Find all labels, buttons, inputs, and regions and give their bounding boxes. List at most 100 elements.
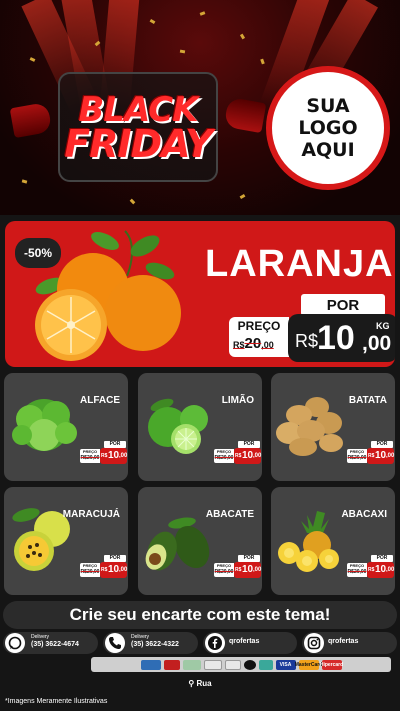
confetti [129, 198, 136, 205]
price-dec: ,00 [253, 567, 262, 573]
disclaimer-text: *Imagens Meramente Ilustrativas [5, 698, 108, 705]
payment-card-icon [182, 659, 201, 670]
facebook-icon [205, 633, 225, 653]
old-price-dec: ,00 [261, 340, 274, 350]
por-label: POR [238, 555, 260, 562]
instagram-contact[interactable]: qrofertas [302, 632, 397, 654]
old-price: R$20,00 [214, 569, 234, 575]
product-name: LIMÃO [221, 395, 254, 406]
product-card-maracuja[interactable]: MARACUJÁ POR PREÇO R$20,00 R$ 10,00 [4, 487, 128, 595]
product-name: ALFACE [80, 395, 120, 406]
preco-label: PREÇO [82, 449, 98, 454]
logo-text-line2: LOGO [298, 117, 358, 139]
product-card-batata[interactable]: BATATA POR PREÇO R$20,00 R$ 10,00 [271, 373, 395, 481]
price-currency: R$ [235, 453, 242, 459]
phone-label: Delivery [131, 634, 150, 640]
featured-product-card[interactable]: -50% LARANJA POR PREÇO R$20,00 R$ 10 ,00… [5, 221, 395, 367]
old-price: R$20,00 [214, 455, 234, 461]
old-price-box: PREÇO R$20,00 [214, 563, 234, 577]
payment-card-icon [163, 659, 180, 670]
price-box: R$ 10 ,00 KG [288, 314, 395, 362]
price-int: 10 [108, 564, 120, 575]
confetti [199, 11, 206, 16]
price-tag: POR PREÇO R$20,00 R$ 10,00 [347, 555, 394, 579]
confetti [239, 193, 246, 200]
old-price-int: 20 [244, 335, 262, 352]
price-unit: KG [376, 321, 390, 331]
whatsapp-contact[interactable]: Delivery (35) 3622-4674 [3, 632, 98, 654]
old-price: R$20,00 [347, 455, 367, 461]
logo-text-line3: AQUI [301, 139, 355, 161]
header-banner: BLACK FRIDAY SUA LOGO AQUI [0, 0, 400, 215]
logo-text-line1: SUA [306, 95, 350, 117]
price-dec: ,00 [253, 453, 262, 459]
cta-banner[interactable]: Crie seu encarte com este tema! [3, 601, 397, 629]
preco-label: PREÇO [82, 563, 98, 568]
payment-hipercard-icon: Hipercard [320, 659, 343, 670]
confetti [239, 33, 246, 40]
old-price-box: PREÇO R$20,00 [347, 449, 367, 463]
price-int: 10 [375, 564, 387, 575]
preco-label: PREÇO [349, 563, 365, 568]
flyer-page: BLACK FRIDAY SUA LOGO AQUI -50% LARANJA … [0, 0, 400, 711]
confetti [260, 58, 265, 65]
product-name: ABACAXI [341, 509, 387, 520]
por-label: POR [104, 555, 126, 562]
old-price: R$20,00 [347, 569, 367, 575]
mastercard-label: MasterCard [294, 661, 323, 668]
lettuce-image [12, 399, 77, 451]
price-tag: POR PREÇO R$20,00 R$ 10,00 [214, 555, 261, 579]
confetti [179, 49, 186, 54]
old-price: R$20,00 [233, 335, 274, 352]
pineapple-image [278, 511, 339, 572]
payment-card-icon [140, 659, 161, 670]
visa-label: VISA [279, 661, 292, 668]
old-price-box: PREÇO R$20,00 [80, 563, 100, 577]
price-dec: ,00 [386, 453, 395, 459]
payment-pix-icon [258, 659, 273, 670]
confetti [29, 57, 36, 62]
payment-card-icon [224, 659, 241, 670]
preco-label: PREÇO [216, 449, 232, 454]
facebook-contact[interactable]: qrofertas [203, 632, 297, 654]
price-currency: R$ [235, 567, 242, 573]
payment-methods-bar: VISA MasterCard Hipercard [91, 657, 391, 672]
phone-contact[interactable]: Delivery (35) 3622-4322 [103, 632, 198, 654]
price-tag: POR PREÇO R$20,00 R$ 10,00 [80, 555, 128, 579]
old-price-currency: R$ [233, 340, 245, 350]
price-currency: R$ [101, 567, 108, 573]
payment-visa-icon: VISA [275, 659, 296, 670]
featured-product-name: LARANJA [205, 243, 394, 285]
por-label: POR [238, 441, 260, 448]
price-box: R$ 10,00 [367, 448, 394, 464]
old-price-box: PREÇO R$20,00 [229, 317, 289, 357]
old-price-box: PREÇO R$20,00 [80, 449, 100, 463]
address-line: ⚲ Rua [0, 679, 400, 688]
price-int: 10 [108, 450, 120, 461]
payment-elo-icon [243, 659, 256, 670]
price-box: R$ 10,00 [234, 562, 261, 578]
price-tag: POR PREÇO R$20,00 R$ 10,00 [347, 441, 394, 465]
price-tag: POR PREÇO R$20,00 R$ 10,00 [80, 441, 127, 465]
potato-image [276, 397, 343, 456]
old-price: R$20,00 [80, 455, 100, 461]
product-card-alface[interactable]: ALFACE POR PREÇO R$20,00 R$ 10,00 [4, 373, 128, 481]
price-box: R$ 10,00 [100, 448, 127, 464]
whatsapp-label: Delivery [31, 634, 50, 640]
phone-icon [105, 633, 125, 653]
product-card-limao[interactable]: LIMÃO POR PREÇO R$20,00 R$ 10,00 [138, 373, 262, 481]
price-int: 10 [375, 450, 387, 461]
preco-label: PREÇO [349, 449, 365, 454]
discount-badge: -50% [15, 238, 61, 268]
price-dec: ,00 [119, 567, 128, 573]
location-pin-icon: ⚲ [188, 679, 195, 688]
price-box: R$ 10,00 [234, 448, 261, 464]
product-card-abacaxi[interactable]: ABACAXI POR PREÇO R$20,00 R$ 10,00 [271, 487, 395, 595]
product-card-abacate[interactable]: ABACATE POR PREÇO R$20,00 R$ 10,00 [138, 487, 262, 595]
price-currency: R$ [368, 453, 375, 459]
price-int: 10 [317, 319, 355, 357]
payment-mastercard-icon: MasterCard [295, 659, 322, 670]
old-price-box: PREÇO R$20,00 [214, 449, 234, 463]
preco-label: PREÇO [237, 319, 281, 333]
instagram-icon [304, 633, 324, 653]
